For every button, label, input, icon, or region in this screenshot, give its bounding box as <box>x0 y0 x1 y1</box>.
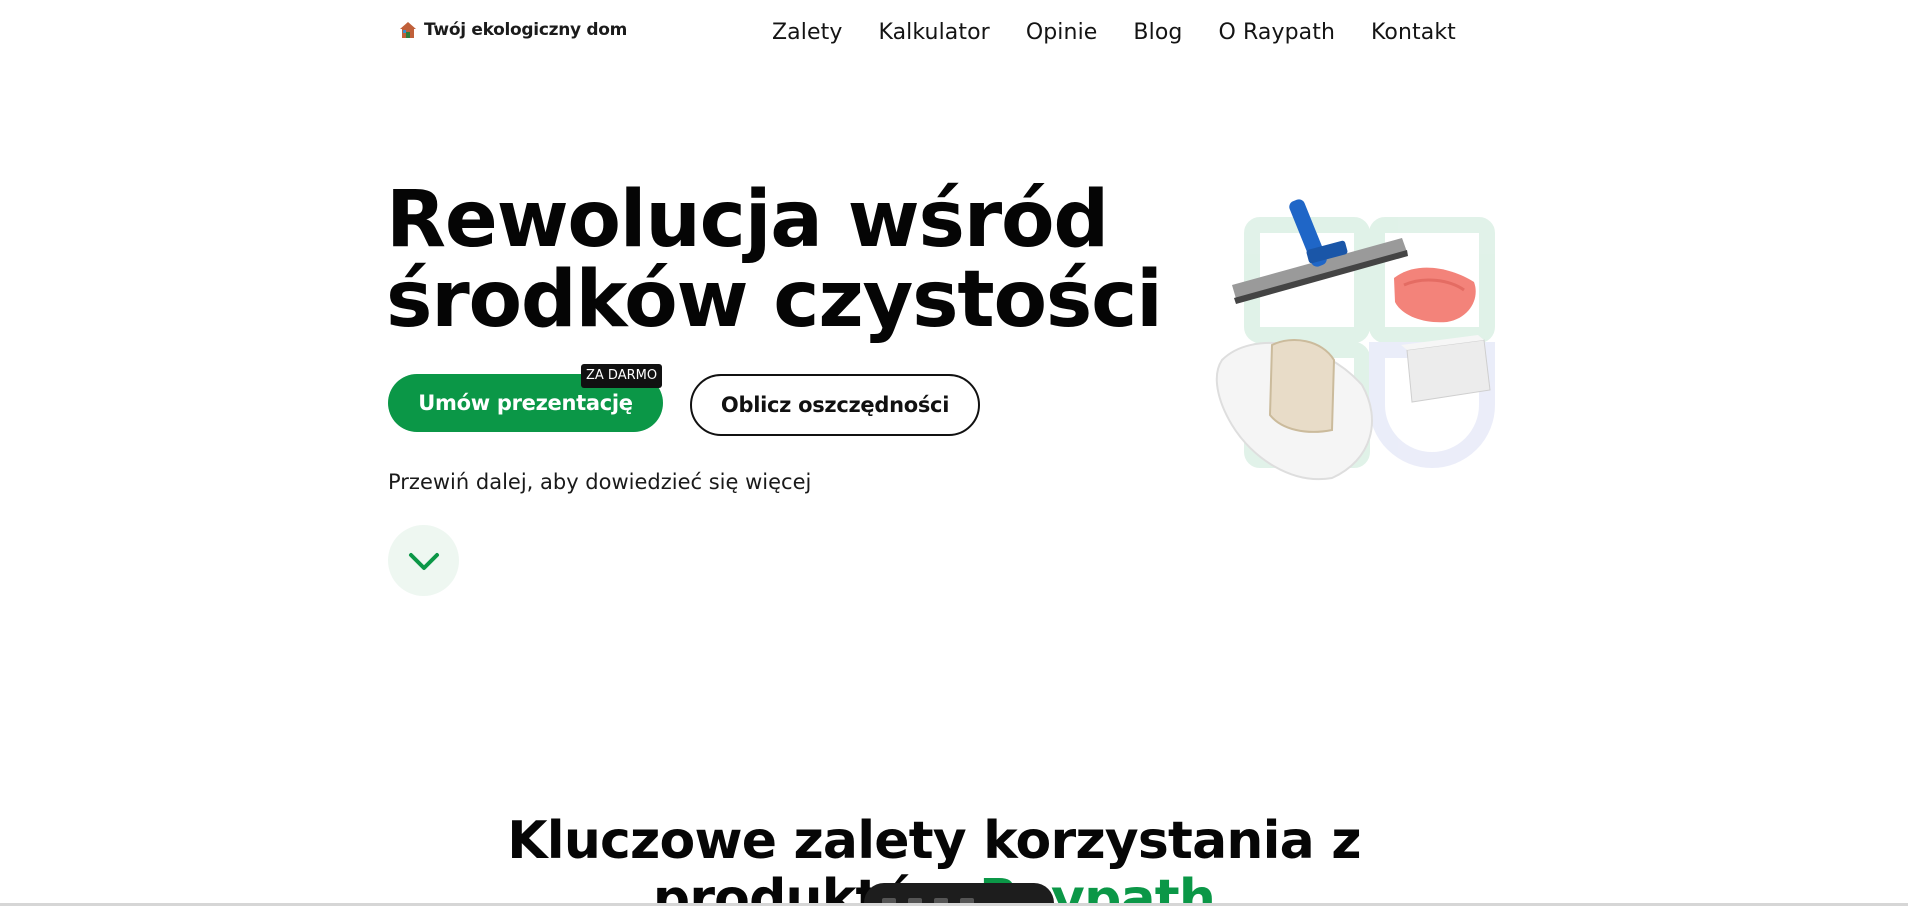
chevron-down-icon <box>408 552 439 570</box>
top-navigation: Twój ekologiczny dom Zalety Kalkulator O… <box>0 0 1908 66</box>
product-image <box>1215 199 1495 481</box>
calculate-savings-button[interactable]: Oblicz oszczędności <box>690 374 980 436</box>
hero-title: Rewolucja wśród środków czystości <box>386 180 1206 340</box>
soap-bar <box>1401 335 1491 403</box>
nav-item-kontakt[interactable]: Kontakt <box>1371 20 1456 45</box>
nav-item-o-raypath[interactable]: O Raypath <box>1218 20 1335 45</box>
hero-title-line-2: środków czystości <box>386 255 1163 345</box>
white-mitt <box>1215 339 1373 481</box>
logo-text: Twój ekologiczny dom <box>424 20 628 40</box>
main-menu: Zalety Kalkulator Opinie Blog O Raypath … <box>772 20 1456 45</box>
hero-title-line-1: Rewolucja wśród <box>386 175 1109 265</box>
pink-cloth <box>1394 267 1476 323</box>
nav-item-opinie[interactable]: Opinie <box>1026 20 1098 45</box>
benefits-title-part-1: Kluczowe zalety korzystania z <box>507 811 1361 871</box>
nav-item-zalety[interactable]: Zalety <box>772 20 842 45</box>
free-badge: ZA DARMO <box>581 364 663 388</box>
logo-link[interactable]: Twój ekologiczny dom <box>398 20 627 40</box>
nav-item-blog[interactable]: Blog <box>1133 20 1182 45</box>
scroll-hint: Przewiń dalej, aby dowiedzieć się więcej <box>388 470 812 494</box>
scroll-down-button[interactable] <box>388 525 459 596</box>
house-icon <box>400 22 416 38</box>
nav-item-kalkulator[interactable]: Kalkulator <box>878 20 989 45</box>
